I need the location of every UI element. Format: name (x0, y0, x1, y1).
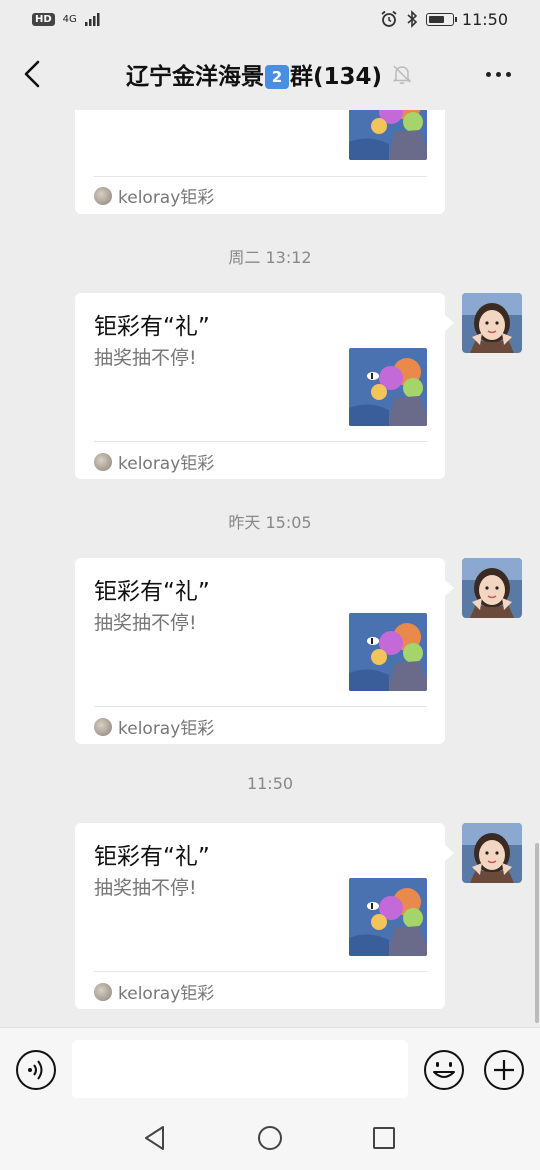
alarm-icon (381, 10, 397, 27)
timestamp: 11:50 (246, 774, 294, 793)
card-source: keloray钜彩 (94, 714, 214, 739)
voice-button[interactable] (15, 1049, 57, 1091)
chat-title-name: 辽宁金洋海景 (125, 64, 264, 90)
card-source-label: keloray钜彩 (118, 454, 215, 474)
back-button[interactable] (12, 52, 52, 96)
card-divider (94, 971, 427, 972)
card-thumbnail (349, 110, 427, 160)
card-source-label: keloray钜彩 (118, 188, 215, 208)
source-logo-icon (94, 982, 112, 1001)
timestamp: 周二 13:12 (228, 248, 312, 267)
status-bar: HD 4G 11:50 (0, 0, 540, 38)
network-type: 4G (62, 13, 77, 25)
more-options-button[interactable] (478, 60, 518, 88)
card-divider (94, 441, 427, 442)
card-description: 抽奖抽不停! (94, 877, 197, 899)
input-bar (0, 1027, 540, 1107)
avatar[interactable] (462, 823, 522, 883)
emoji-button[interactable] (423, 1049, 465, 1091)
card-title: 钜彩有“礼” (94, 579, 210, 605)
card-title: 钜彩有“礼” (94, 314, 210, 340)
avatar[interactable] (462, 558, 522, 618)
card-description: 抽奖抽不停! (94, 347, 197, 369)
emoji-icon (424, 1050, 464, 1090)
card-source: keloray钜彩 (94, 183, 214, 208)
card-source-label: keloray钜彩 (118, 984, 215, 1004)
card-divider (94, 706, 427, 707)
nav-home-circle-icon[interactable] (256, 1124, 284, 1152)
link-card[interactable]: 钜彩有“礼” 抽奖抽不停! keloray钜彩 (75, 293, 454, 479)
bluetooth-icon (407, 10, 418, 28)
mute-bell-icon (392, 65, 412, 84)
source-logo-icon (94, 452, 112, 471)
link-card[interactable]: 钜彩有“礼” 抽奖抽不停! keloray钜彩 (75, 823, 454, 1009)
hd-badge: HD (32, 12, 55, 26)
source-logo-icon (94, 186, 112, 205)
card-divider (94, 176, 427, 177)
card-thumbnail (349, 348, 427, 426)
message-list[interactable]: keloray钜彩 周二 13:12 钜彩有“礼” 抽奖抽不停! keloray… (0, 110, 540, 1027)
card-source: keloray钜彩 (94, 449, 214, 474)
dot-icon (495, 71, 501, 77)
status-time: 11:50 (461, 9, 508, 29)
card-title: 钜彩有“礼” (94, 844, 210, 870)
chat-title-suffix: 群(134) (289, 64, 383, 90)
group-number-badge: 2 (264, 65, 289, 89)
dot-icon (485, 71, 491, 77)
voice-icon (16, 1050, 56, 1090)
chat-title: 辽宁金洋海景 2 群(134) (126, 57, 382, 91)
more-functions-button[interactable] (483, 1049, 525, 1091)
chat-header: 辽宁金洋海景 2 群(134) (0, 38, 540, 110)
card-source-label: keloray钜彩 (118, 719, 215, 739)
link-card[interactable]: 钜彩有“礼” 抽奖抽不停! keloray钜彩 (75, 558, 454, 744)
avatar[interactable] (462, 293, 522, 353)
card-description: 抽奖抽不停! (94, 612, 197, 634)
link-card-partial[interactable]: keloray钜彩 (75, 110, 445, 214)
chevron-left-icon (24, 60, 40, 88)
nav-recents-square-icon[interactable] (371, 1125, 397, 1151)
scrollbar[interactable] (535, 843, 539, 1023)
system-nav-bar (0, 1107, 540, 1170)
title-wrap: 辽宁金洋海景 2 群(134) (0, 38, 540, 110)
dot-icon (505, 71, 511, 77)
card-thumbnail (349, 613, 427, 691)
message-input[interactable] (72, 1040, 408, 1098)
source-logo-icon (94, 717, 112, 736)
signal-icon (84, 13, 100, 26)
timestamp: 昨天 15:05 (228, 513, 312, 532)
card-source: keloray钜彩 (94, 979, 214, 1004)
nav-back-triangle-icon[interactable] (141, 1124, 169, 1152)
status-right: 11:50 (380, 10, 508, 29)
battery-icon (425, 12, 457, 26)
card-thumbnail (349, 878, 427, 956)
status-left: HD 4G (32, 12, 103, 26)
plus-icon (484, 1050, 524, 1090)
